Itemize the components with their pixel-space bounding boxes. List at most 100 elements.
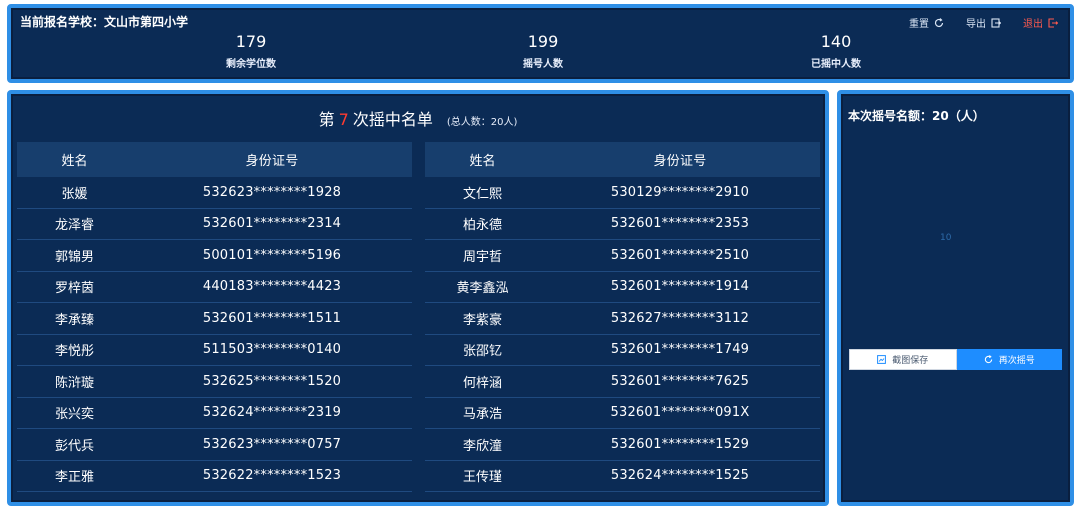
student-id: 532623********1928: [202, 184, 342, 200]
table-body: 张媛 532623********1928 龙泽睿 532601********231…: [17, 177, 412, 492]
image-save-icon: [877, 355, 887, 364]
table-row: 罗梓茵 440183********4423: [17, 272, 412, 303]
school-label: 当前报名学校：文山市第四小学: [20, 15, 189, 29]
action-buttons: 截图保存 再次摇号: [849, 349, 1062, 370]
total-count: (总人数：20人): [446, 117, 518, 128]
student-id: 511503********0140: [202, 342, 342, 358]
table-row: 周宇哲 532601********2510: [425, 240, 820, 272]
export-label: 导出: [966, 19, 986, 30]
header-id: 身份证号: [653, 154, 707, 169]
table-row: 郭锦男 500101********5196: [17, 240, 412, 272]
student-id: 532601********1529: [610, 436, 750, 452]
student-id: 532622********1523: [202, 468, 342, 484]
table-header: 姓名 身份证号: [17, 142, 412, 177]
save-screenshot-button[interactable]: 截图保存: [849, 349, 957, 370]
refresh-icon: [934, 17, 944, 27]
student-id: 532625********1520: [202, 373, 342, 389]
stat-remaining-seats: 179 剩余学位数: [181, 32, 321, 70]
student-id: 532624********2319: [202, 405, 342, 421]
reset-label: 重置: [909, 19, 929, 30]
summary-panel: 当前报名学校：文山市第四小学 重置 导出 退出 179 剩余学位数 199 摇号…: [7, 4, 1074, 83]
draw-control-panel: 本次摇号名额：20（人） 10 截图保存 再次摇号: [837, 90, 1074, 506]
table-row: 张邵钇 532601********1749: [425, 335, 820, 366]
toolbar: 重置 导出 退出: [909, 15, 1058, 30]
student-name: 龙泽睿: [54, 218, 94, 234]
student-id: 532601********2353: [610, 216, 750, 232]
student-id: 532627********3112: [610, 310, 750, 326]
header-name: 姓名: [469, 154, 496, 169]
student-id: 440183********4423: [202, 279, 342, 295]
student-name: 柏永德: [462, 218, 502, 234]
stats-row: 179 剩余学位数 199 摇号人数 140 已摇中人数: [11, 32, 1070, 72]
student-id: 530129********2910: [610, 184, 750, 200]
quota-label: 本次摇号名额：20（人）: [848, 109, 985, 123]
student-name: 文仁熙: [462, 186, 502, 202]
student-id: 532623********0757: [202, 436, 342, 452]
stat-label: 剩余学位数: [226, 59, 276, 70]
table-row: 陈浒璇 532625********1520: [17, 366, 412, 398]
stat-lottery-count: 199 摇号人数: [473, 32, 613, 70]
stat-label: 已摇中人数: [811, 59, 861, 70]
round-number: 7: [338, 110, 349, 129]
table-body: 文仁熙 530129********2910 柏永德 532601********23…: [425, 177, 820, 492]
table-row: 张媛 532623********1928: [17, 177, 412, 209]
student-id: 532601********1914: [610, 279, 750, 295]
refresh-icon: [984, 355, 992, 364]
table-row: 柏永德 532601********2353: [425, 209, 820, 240]
redraw-label: 再次摇号: [998, 356, 1035, 366]
title-suffix: 次摇中名单: [352, 110, 433, 129]
student-name: 张媛: [61, 186, 88, 202]
exit-button[interactable]: 退出: [1023, 15, 1058, 30]
winner-table-left: 姓名 身份证号 张媛 532623********1928 龙泽睿 532601***…: [17, 142, 412, 492]
export-icon: [991, 17, 1001, 28]
stat-value: 140: [820, 32, 852, 51]
stat-selected-count: 140 已摇中人数: [766, 32, 906, 70]
list-title: 第 7 次摇中名单 (总人数：20人): [11, 106, 825, 130]
student-id: 532624********1525: [610, 468, 750, 484]
table-row: 黄李鑫泓 532601********1914: [425, 272, 820, 303]
draw-spinner: 10: [940, 233, 952, 243]
student-name: 李承臻: [54, 312, 94, 328]
header-name: 姓名: [61, 154, 88, 169]
student-name: 彭代兵: [54, 438, 94, 454]
redraw-button[interactable]: 再次摇号: [956, 349, 1062, 370]
table-row: 张兴奕 532624********2319: [17, 398, 412, 429]
student-id: 532601********1749: [610, 342, 750, 358]
table-row: 李欣潼 532601********1529: [425, 429, 820, 461]
winner-table-right: 姓名 身份证号 文仁熙 530129********2910 柏永德 532601**…: [425, 142, 820, 492]
student-name: 罗梓茵: [54, 281, 94, 297]
student-name: 马承浩: [462, 407, 502, 423]
stat-value: 179: [235, 32, 267, 51]
table-row: 何梓涵 532601********7625: [425, 366, 820, 398]
winner-list-panel: 第 7 次摇中名单 (总人数：20人) 姓名 身份证号 张媛 532623*******…: [7, 90, 829, 506]
student-name: 李欣潼: [462, 438, 502, 454]
table-row: 李悦彤 511503********0140: [17, 335, 412, 366]
student-name: 李悦彤: [54, 344, 94, 360]
student-id: 532601********2510: [610, 247, 750, 263]
stat-value: 199: [527, 32, 559, 51]
title-prefix: 第: [318, 110, 335, 129]
student-name: 陈浒璇: [54, 375, 94, 391]
table-row: 王传瑾 532624********1525: [425, 461, 820, 492]
table-row: 龙泽睿 532601********2314: [17, 209, 412, 240]
table-row: 李正雅 532622********1523: [17, 461, 412, 492]
student-name: 李紫豪: [462, 312, 502, 328]
student-id: 500101********5196: [202, 247, 342, 263]
table-row: 马承浩 532601********091X: [425, 398, 820, 429]
student-id: 532601********2314: [202, 216, 342, 232]
exit-label: 退出: [1023, 19, 1043, 30]
logout-icon: [1048, 17, 1058, 28]
student-id: 532601********091X: [610, 405, 750, 421]
student-name: 周宇哲: [462, 249, 502, 265]
table-header: 姓名 身份证号: [425, 142, 820, 177]
student-name: 郭锦男: [54, 249, 94, 265]
save-label: 截图保存: [892, 356, 929, 366]
table-row: 文仁熙 530129********2910: [425, 177, 820, 209]
student-name: 何梓涵: [462, 375, 502, 391]
table-row: 李承臻 532601********1511: [17, 303, 412, 335]
table-row: 李紫豪 532627********3112: [425, 303, 820, 335]
header-id: 身份证号: [245, 154, 299, 169]
student-id: 532601********1511: [202, 310, 342, 326]
export-button[interactable]: 导出: [966, 15, 1001, 30]
reset-button[interactable]: 重置: [909, 15, 944, 30]
